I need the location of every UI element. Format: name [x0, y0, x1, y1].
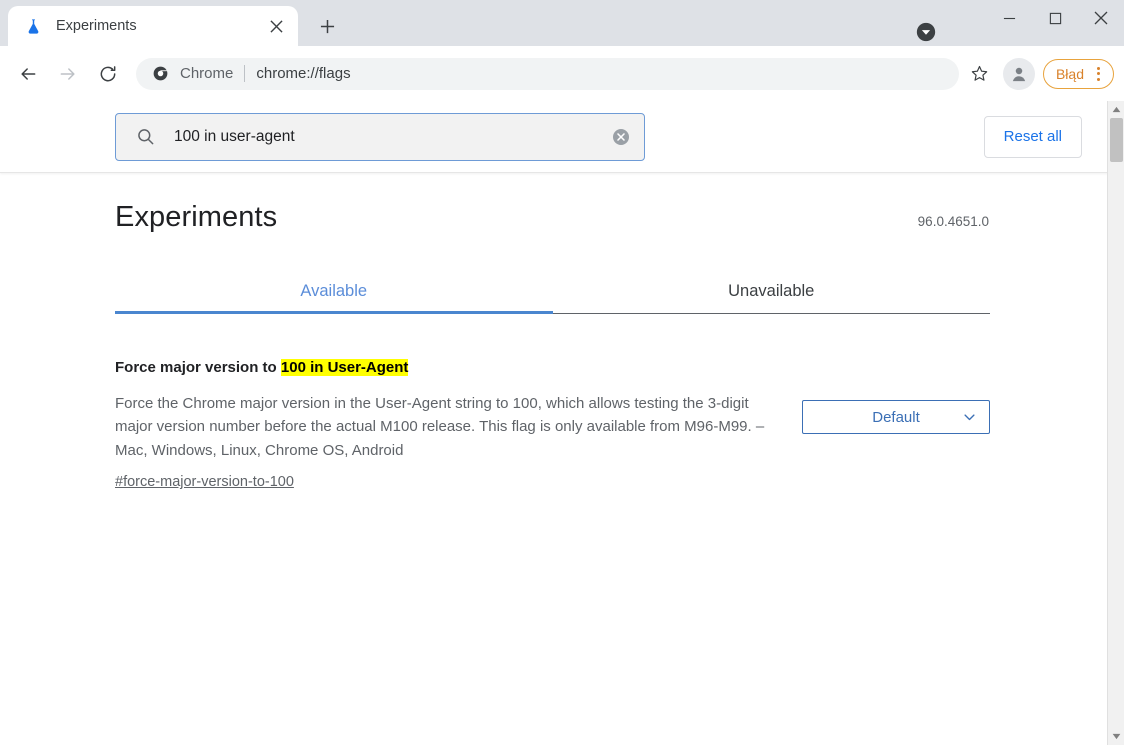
clear-icon[interactable]	[610, 126, 632, 148]
omnibox-site-label: Chrome	[180, 65, 234, 82]
flags-content: Experiments 96.0.4651.0 Available Unavai…	[0, 173, 1124, 491]
forward-arrow-icon[interactable]	[52, 58, 84, 90]
window-controls	[986, 0, 1124, 46]
error-status-button[interactable]: Błąd	[1042, 58, 1114, 89]
chrome-logo-icon	[152, 66, 168, 82]
profile-avatar-icon[interactable]	[1002, 57, 1035, 90]
page-content: Reset all Experiments 96.0.4651.0 Availa…	[0, 101, 1124, 745]
new-tab-button[interactable]	[312, 11, 342, 41]
tab-unavailable[interactable]: Unavailable	[553, 272, 991, 313]
omnibox-url: chrome://flags	[256, 65, 351, 82]
flag-title: Force major version to 100 in User-Agent	[115, 358, 774, 378]
page-title: Experiments	[115, 201, 278, 233]
flags-tab-bar: Available Unavailable	[115, 272, 990, 314]
star-icon[interactable]	[965, 59, 995, 89]
close-window-button[interactable]	[1078, 0, 1124, 36]
maximize-button[interactable]	[1032, 0, 1078, 36]
scrollbar-thumb[interactable]	[1110, 118, 1123, 162]
flask-icon	[24, 17, 42, 35]
search-field-wrapper[interactable]	[115, 112, 645, 161]
flag-title-highlight: 100 in User-Agent	[280, 359, 409, 376]
close-tab-button[interactable]	[264, 14, 288, 38]
browser-tab[interactable]: Experiments	[8, 6, 298, 46]
error-status-label: Błąd	[1055, 65, 1084, 82]
search-input[interactable]	[174, 127, 610, 146]
search-icon	[134, 126, 156, 148]
flag-state-select[interactable]: Default	[802, 400, 990, 434]
reload-icon[interactable]	[92, 58, 124, 90]
back-arrow-icon[interactable]	[12, 58, 44, 90]
minimize-button[interactable]	[986, 0, 1032, 36]
three-dot-menu-icon[interactable]	[1090, 64, 1106, 84]
reset-all-button[interactable]: Reset all	[983, 115, 1082, 158]
flag-state-value: Default	[872, 408, 920, 426]
omnibox-divider	[244, 65, 246, 82]
flag-text-block: Force major version to 100 in User-Agent…	[115, 358, 774, 491]
scroll-down-arrow-icon[interactable]	[1108, 728, 1124, 745]
tab-title: Experiments	[56, 18, 137, 34]
flag-permalink[interactable]: #force-major-version-to-100	[115, 474, 294, 490]
download-circle-icon[interactable]	[912, 18, 940, 46]
title-row: Experiments 96.0.4651.0	[115, 173, 1009, 234]
flags-search-header: Reset all	[0, 101, 1124, 173]
browser-toolbar: Chrome chrome://flags Błąd	[0, 46, 1124, 101]
chevron-down-icon	[962, 410, 977, 425]
flag-description: Force the Chrome major version in the Us…	[115, 394, 765, 459]
scroll-up-arrow-icon[interactable]	[1108, 101, 1124, 118]
flag-entry: Force major version to 100 in User-Agent…	[115, 358, 990, 491]
page-scrollbar[interactable]	[1107, 101, 1124, 745]
version-label: 96.0.4651.0	[917, 214, 989, 229]
flag-title-prefix: Force major version to	[115, 359, 281, 376]
flag-control-block: Default	[802, 358, 990, 434]
tab-strip: Experiments	[0, 0, 1124, 46]
tab-available[interactable]: Available	[115, 272, 553, 314]
omnibox[interactable]: Chrome chrome://flags	[136, 57, 959, 90]
